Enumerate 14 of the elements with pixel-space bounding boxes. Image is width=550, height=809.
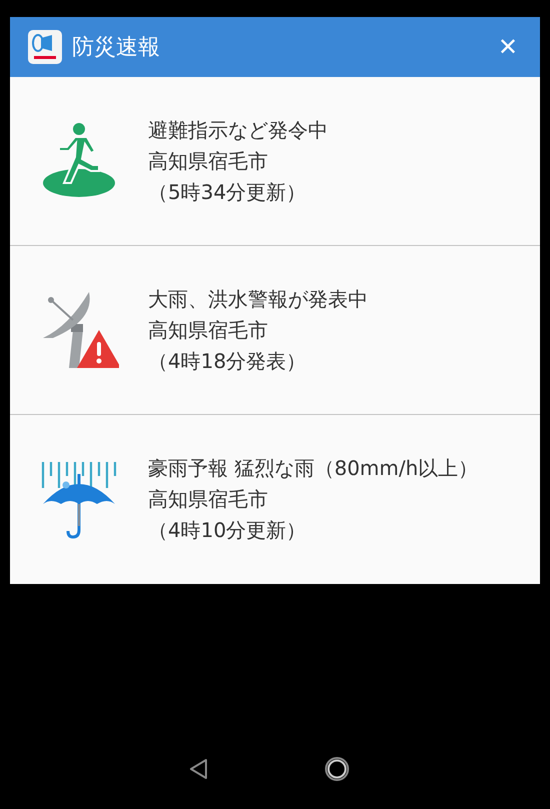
alert-title: 避難指示など発令中 <box>148 116 328 144</box>
alert-time: （5時34分更新） <box>148 178 308 206</box>
alert-title: 豪雨予報 猛烈な雨（80mm/h以上） <box>148 455 478 482</box>
app-logo-icon <box>28 30 62 64</box>
alert-time: （4時18分発表） <box>148 348 308 374</box>
umbrella-rain-icon <box>39 460 119 540</box>
header-title: 防災速報 <box>72 34 161 62</box>
alert-location: 高知県宿毛市 <box>148 486 269 513</box>
close-button[interactable]: ✕ <box>492 31 524 63</box>
alert-location: 高知県宿毛市 <box>148 148 269 174</box>
alert-time: （4時10分更新） <box>148 517 308 544</box>
alert-title: 大雨、洪水警報が発表中 <box>148 286 368 312</box>
alert-location: 高知県宿毛市 <box>148 316 269 344</box>
home-icon[interactable] <box>324 756 350 782</box>
